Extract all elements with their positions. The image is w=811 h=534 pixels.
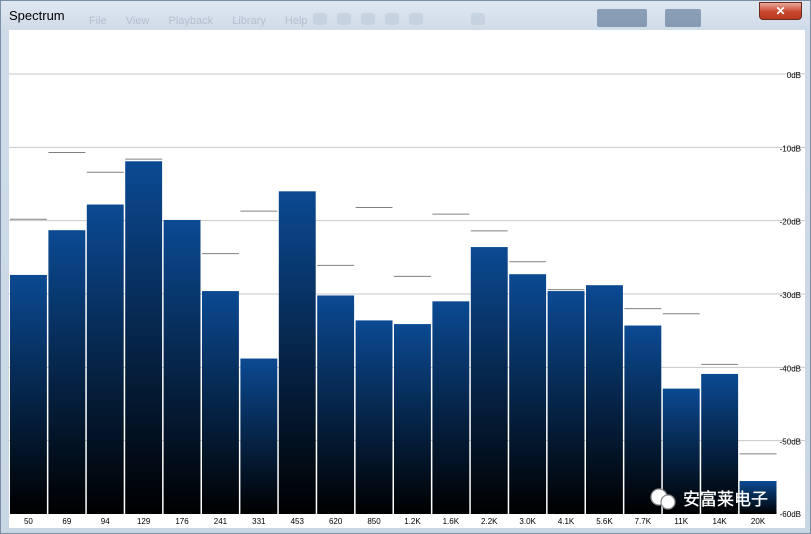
spectrum-window: Spectrum File View Playback Library Help… [0,0,811,534]
spectrum-bar [624,325,662,514]
x-tick-label: 3.0K [519,517,536,526]
background-menu-item: Playback [168,15,214,27]
window-title: Spectrum [9,8,65,23]
spectrum-bar [163,219,201,514]
spectrum-bar [125,161,163,514]
x-tick-label: 331 [252,517,266,526]
y-tick-label: -30dB [780,291,801,300]
spectrum-bar [355,320,393,514]
background-toolbar-icon [313,13,327,25]
spectrum-bar [432,301,470,514]
background-seek-bar [665,9,701,27]
x-tick-label: 620 [329,517,343,526]
x-tick-label: 176 [175,517,189,526]
wechat-icon-bubble [660,494,676,510]
spectrum-bar [394,324,431,514]
x-tick-label: 20K [751,517,766,526]
background-menu-item: Library [232,15,266,27]
x-tick-label: 5.6K [596,517,613,526]
x-tick-label: 14K [713,517,728,526]
background-menu-item: File [89,15,107,27]
x-tick-label: 4.1K [558,517,575,526]
title-bar[interactable]: Spectrum File View Playback Library Help… [1,1,810,29]
y-tick-label: -60dB [780,510,801,519]
background-volume-bar [597,9,647,27]
y-tick-label: 0dB [787,71,801,80]
x-tick-label: 2.2K [481,517,498,526]
spectrum-bar [10,274,47,514]
y-tick-label: -20dB [780,218,801,227]
spectrum-chart: 0dB -10dB -20dB -30dB -40dB -50dB -60dB 50 69 94… [9,30,805,528]
x-tick-label: 7.7K [635,517,652,526]
x-tick-label: 94 [101,517,110,526]
x-tick-label: 453 [291,517,305,526]
background-toolbar-icon [471,13,485,25]
watermark-text: 安富莱电子 [683,490,768,510]
spectrum-bar [317,295,355,514]
background-toolbar-icon [337,13,351,25]
x-tick-label: 241 [214,517,228,526]
background-menu: File View Playback Library Help [89,15,324,27]
spectrum-bar [509,274,547,514]
spectrum-bar [86,204,124,515]
x-tick-label: 69 [62,517,71,526]
background-menu-item: View [125,15,150,27]
background-toolbar-icon [361,13,375,25]
x-tick-label: 11K [674,517,688,526]
spectrum-bar [278,191,316,515]
spectrum-bar [586,285,623,514]
spectrum-bar [547,291,585,514]
background-toolbar-icon [409,13,423,25]
spectrum-bar [48,230,86,514]
y-tick-label: -40dB [780,364,801,373]
spectrum-bar [240,358,278,514]
close-button[interactable]: ✕ [759,2,802,20]
y-tick-label: -10dB [780,144,801,153]
background-menu-item: Help [284,15,308,27]
x-tick-label: 1.6K [443,517,460,526]
spectrum-bar [202,291,239,514]
spectrum-bar [470,247,508,515]
x-tick-label: 129 [137,517,151,526]
x-tick-label: 1.2K [404,517,421,526]
background-toolbar-icon [385,13,399,25]
x-tick-label: 50 [24,517,33,526]
y-tick-label: -50dB [780,438,801,447]
x-tick-label: 850 [367,517,381,526]
spectrum-svg: 0dB -10dB -20dB -30dB -40dB -50dB -60dB 50 69 94… [9,30,805,528]
